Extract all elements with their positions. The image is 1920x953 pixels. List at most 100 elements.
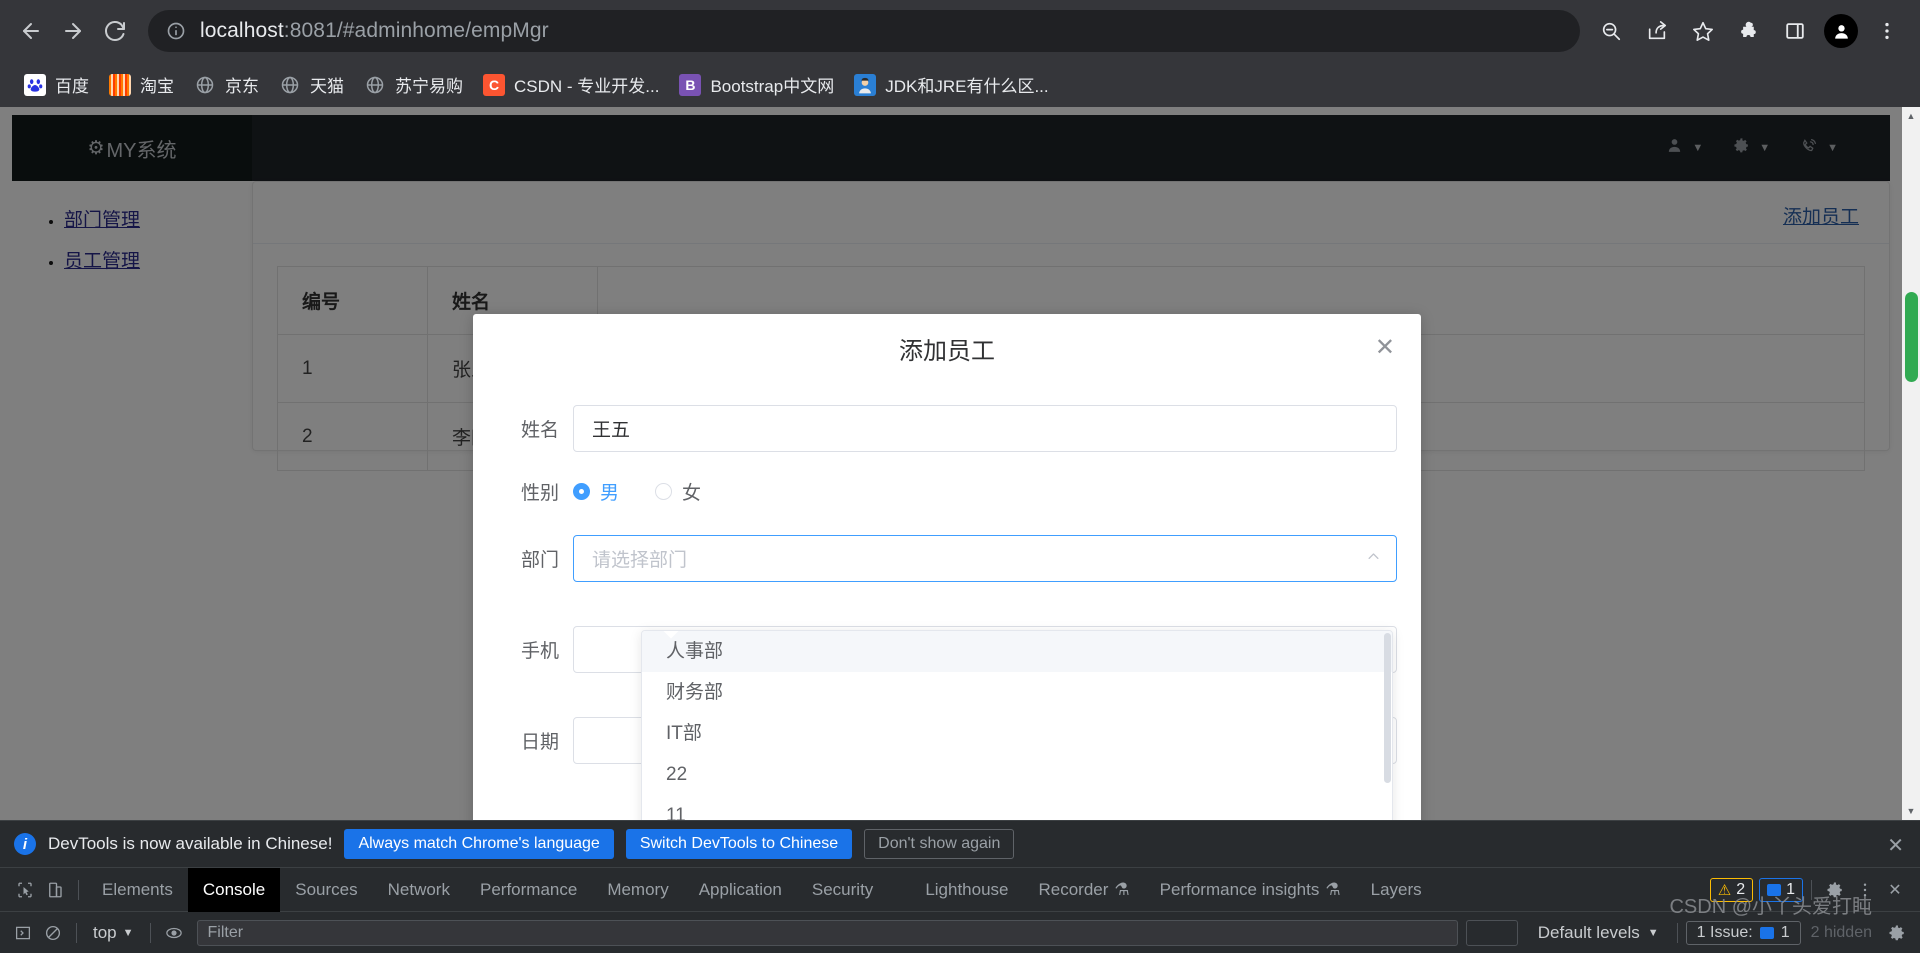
devtools-language-notice: i DevTools is now available in Chinese! …	[0, 821, 1920, 868]
console-filter-input[interactable]: Filter	[196, 919, 1458, 946]
browser-toolbar-right	[1588, 11, 1910, 51]
divider	[149, 922, 151, 943]
dont-show-again-button[interactable]: Don't show again	[864, 829, 1015, 859]
chevron-up-icon	[1366, 549, 1381, 567]
bookmark-label: 京东	[225, 77, 259, 96]
tab-sources[interactable]: Sources	[280, 868, 372, 912]
tab-elements[interactable]: Elements	[87, 868, 188, 912]
tab-memory[interactable]: Memory	[592, 868, 683, 912]
close-icon[interactable]: ✕	[1887, 833, 1904, 858]
issues-chip[interactable]: 1 Issue: 1	[1685, 920, 1801, 945]
profile-avatar-icon[interactable]	[1824, 14, 1858, 48]
dialog-title: 添加员工	[899, 338, 995, 365]
chevron-down-icon: ▼	[1647, 926, 1659, 939]
dropdown-option[interactable]: 人事部	[642, 631, 1392, 672]
bookmark-item[interactable]: 苏宁易购	[354, 68, 473, 102]
tab-network[interactable]: Network	[373, 868, 465, 912]
issues-count: 1	[1780, 923, 1790, 941]
side-panel-icon[interactable]	[1775, 11, 1815, 51]
close-icon[interactable]: ✕	[1375, 336, 1395, 360]
department-dropdown: 人事部 财务部 IT部 22 11	[641, 630, 1393, 820]
tab-performance[interactable]: Performance	[465, 868, 592, 912]
live-expression-icon[interactable]	[159, 918, 189, 948]
bookmark-item[interactable]: JDK和JRE有什么区...	[844, 68, 1058, 102]
console-filter-level-box[interactable]	[1465, 919, 1518, 946]
forward-button[interactable]	[52, 10, 94, 52]
tab-performance-insights[interactable]: Performance insights ⚗	[1145, 868, 1356, 912]
department-select-placeholder[interactable]: 请选择部门	[573, 535, 1397, 582]
bookmark-item[interactable]: B Bootstrap中文网	[669, 68, 844, 102]
bookmark-label: JDK和JRE有什么区...	[885, 77, 1049, 96]
tab-security[interactable]: Security	[797, 868, 888, 912]
tab-application[interactable]: Application	[684, 868, 797, 912]
address-bar[interactable]: localhost:8081/#adminhome/empMgr	[148, 10, 1580, 52]
bookmark-label: 天猫	[310, 77, 344, 96]
dropdown-option[interactable]: 22	[642, 754, 1392, 795]
tab-recorder[interactable]: Recorder ⚗	[1024, 868, 1145, 912]
dropdown-option[interactable]: 11	[642, 795, 1392, 820]
bookmark-item[interactable]: 天猫	[269, 68, 354, 102]
bookmark-label: 苏宁易购	[395, 77, 463, 96]
page-scrollbar-thumb[interactable]	[1905, 292, 1918, 382]
address-bar-text: localhost:8081/#adminhome/empMgr	[200, 19, 549, 43]
console-levels-selector[interactable]: Default levels ▼	[1528, 923, 1669, 943]
department-select[interactable]: 请选择部门	[573, 535, 1397, 582]
page-viewport: ⚙MY系统 ▼ ▼	[0, 107, 1920, 820]
device-toolbar-icon[interactable]	[40, 875, 70, 905]
tab-layers[interactable]: Layers	[1356, 868, 1437, 912]
gender-radio-male[interactable]: 男	[573, 478, 619, 505]
close-icon[interactable]: ✕	[1880, 875, 1910, 905]
bookmark-label: Bootstrap中文网	[710, 77, 835, 96]
console-levels-value: Default levels	[1537, 922, 1640, 942]
bookmark-item[interactable]: 京东	[184, 68, 269, 102]
extensions-icon[interactable]	[1729, 11, 1769, 51]
tab-console[interactable]: Console	[187, 867, 281, 912]
scroll-down-icon[interactable]: ▼	[1902, 802, 1920, 820]
back-button[interactable]	[10, 10, 52, 52]
message-icon	[1759, 926, 1774, 939]
gender-male-label: 男	[600, 483, 620, 504]
page-scrollbar[interactable]: ▲ ▼	[1902, 107, 1920, 820]
tab-performance-insights-label: Performance insights	[1159, 879, 1320, 899]
url-host: localhost	[200, 19, 284, 42]
bookmarks-bar: 百度 淘宝 京东 天猫 苏宁易购 C CSDN - 专业开发... B Boot…	[0, 62, 1920, 107]
globe-favicon	[194, 74, 216, 96]
bootstrap-favicon: B	[679, 73, 702, 96]
info-icon: i	[14, 833, 36, 855]
scroll-up-icon[interactable]: ▲	[1902, 107, 1920, 125]
console-sidebar-icon[interactable]	[8, 918, 38, 948]
site-info-icon[interactable]	[166, 21, 186, 41]
gender-radio-female[interactable]: 女	[655, 478, 701, 505]
clear-console-icon[interactable]	[38, 918, 68, 948]
dropdown-scrollbar[interactable]	[1384, 633, 1391, 783]
dialog-header: 添加员工 ✕	[473, 314, 1421, 389]
form-row-gender: 性别 男 女	[497, 478, 1397, 505]
bookmark-item[interactable]: C CSDN - 专业开发...	[473, 68, 669, 102]
share-icon[interactable]	[1637, 11, 1677, 51]
notice-text: DevTools is now available in Chinese!	[48, 834, 333, 853]
divider	[78, 879, 79, 900]
inspect-icon[interactable]	[10, 875, 40, 905]
reload-button[interactable]	[94, 10, 136, 52]
chrome-menu-icon[interactable]	[1867, 11, 1907, 51]
bookmark-star-icon[interactable]	[1683, 11, 1723, 51]
phone-label: 手机	[520, 641, 559, 662]
console-context-selector[interactable]: top ▼	[85, 923, 142, 943]
switch-devtools-language-button[interactable]: Switch DevTools to Chinese	[625, 829, 853, 859]
hidden-messages-label: 2 hidden	[1810, 923, 1872, 941]
form-row-name: 姓名	[497, 405, 1397, 452]
settings-gear-icon[interactable]	[1882, 918, 1912, 948]
radio-dot-icon	[655, 483, 673, 500]
bookmark-item[interactable]: 淘宝	[99, 68, 184, 102]
jdk-favicon	[854, 73, 877, 96]
zoom-out-icon[interactable]	[1591, 11, 1631, 51]
taobao-favicon	[109, 73, 131, 96]
tab-lighthouse[interactable]: Lighthouse	[910, 868, 1023, 912]
bookmark-item[interactable]: 百度	[14, 68, 99, 102]
dropdown-option[interactable]: 财务部	[642, 672, 1392, 713]
dropdown-option[interactable]: IT部	[642, 713, 1392, 754]
name-field-wrap	[573, 405, 1397, 452]
always-match-language-button[interactable]: Always match Chrome's language	[344, 829, 614, 859]
experiment-icon: ⚗	[1114, 879, 1130, 899]
name-input[interactable]	[573, 405, 1397, 452]
